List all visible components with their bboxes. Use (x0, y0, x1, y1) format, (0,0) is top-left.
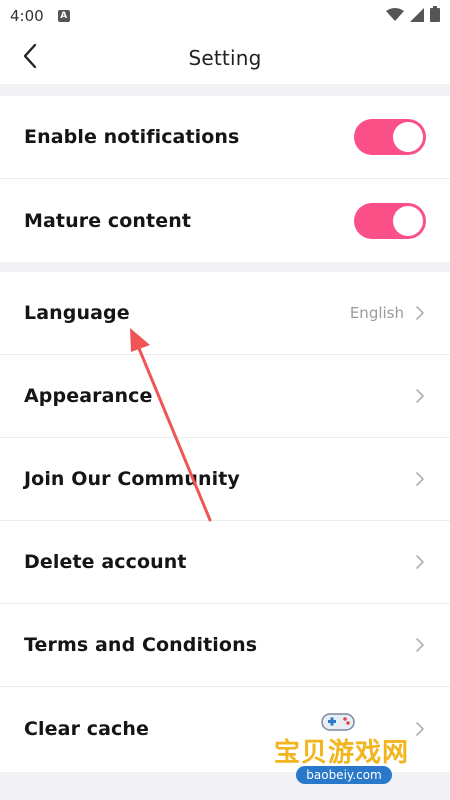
menu-item-label: Language (24, 302, 130, 324)
mature-content-label: Mature content (24, 209, 192, 232)
chevron-right-icon (414, 305, 426, 321)
watermark-url: baobeiy.com (296, 766, 392, 784)
menu-item-appearance[interactable]: Appearance (0, 355, 450, 438)
chevron-right-icon (414, 471, 426, 487)
watermark: 宝贝游戏网 baobeiy.com (270, 708, 430, 798)
menu-item-join-community[interactable]: Join Our Community (0, 438, 450, 521)
gamepad-icon (318, 708, 358, 734)
chevron-right-icon (414, 388, 426, 404)
chevron-right-icon (414, 554, 426, 570)
menu-item-label: Terms and Conditions (24, 634, 258, 656)
back-button[interactable] (14, 42, 46, 74)
chevron-left-icon (22, 43, 38, 73)
enable-notifications-row: Enable notifications (0, 96, 450, 179)
enable-notifications-toggle[interactable] (354, 119, 426, 155)
menu-item-label: Clear cache (24, 717, 150, 740)
battery-icon (430, 6, 440, 26)
status-time: 4:00 (10, 7, 44, 25)
wifi-icon (386, 7, 404, 26)
toggle-knob (393, 205, 423, 236)
page-title: Setting (188, 46, 262, 70)
menu-item-terms[interactable]: Terms and Conditions (0, 604, 450, 687)
watermark-text: 宝贝游戏网 (274, 738, 410, 768)
menu-item-language[interactable]: Language English (0, 272, 450, 355)
mature-content-toggle[interactable] (354, 202, 426, 239)
language-value: English (349, 304, 404, 322)
signal-icon (410, 7, 424, 26)
chevron-right-icon (414, 637, 426, 653)
toggle-group: Enable notifications Mature content (0, 96, 450, 262)
app-header: Setting (0, 32, 450, 84)
menu-item-label: Delete account (24, 551, 187, 573)
enable-notifications-label: Enable notifications (24, 126, 240, 148)
menu-item-label: Join Our Community (24, 468, 240, 490)
menu-group: Language English Appearance Join Our Com… (0, 272, 450, 772)
notification-a-icon: A (57, 10, 70, 22)
toggle-knob (393, 122, 423, 152)
menu-item-delete-account[interactable]: Delete account (0, 521, 450, 604)
menu-item-label: Appearance (24, 385, 153, 407)
mature-content-row: Mature content (0, 179, 450, 262)
status-bar: 4:00 A (0, 0, 450, 32)
status-icons (386, 6, 440, 26)
